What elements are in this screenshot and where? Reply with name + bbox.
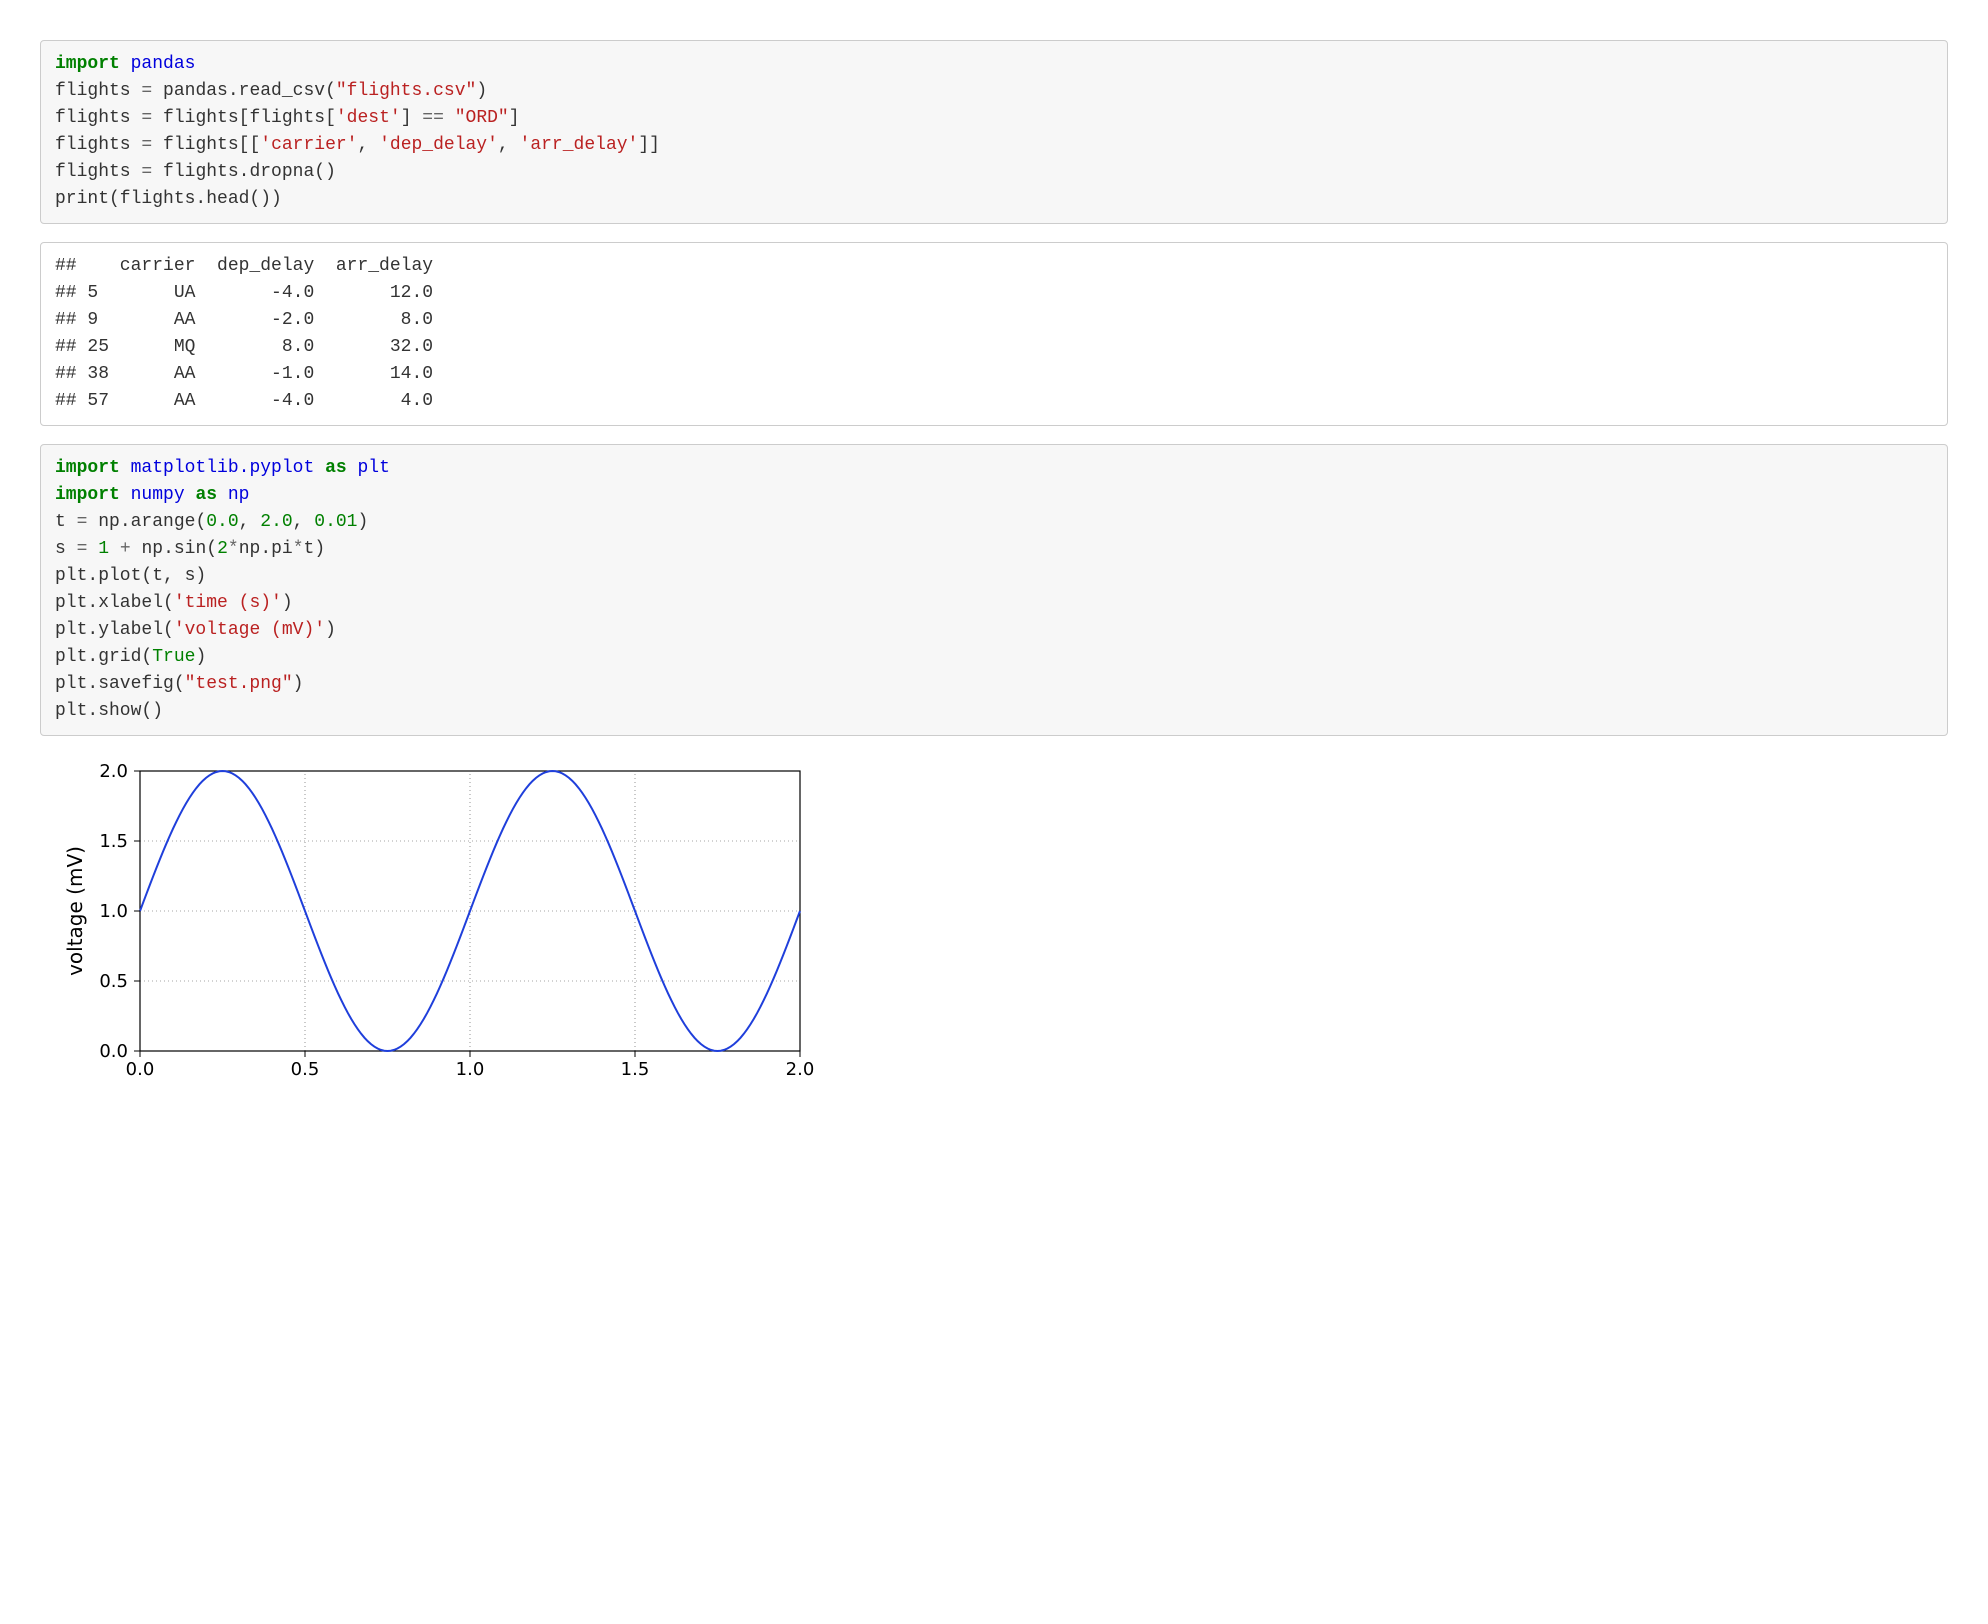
chart-output: 0.0 0.5 1.0 1.5 2.0 0.0 0.5 1.0 1.5 2.0 voltage (m…	[60, 756, 1948, 1099]
line-chart: 0.0 0.5 1.0 1.5 2.0 0.0 0.5 1.0 1.5 2.0 voltage (m…	[60, 756, 820, 1096]
svg-text:2.0: 2.0	[786, 1059, 815, 1080]
svg-text:1.0: 1.0	[99, 901, 128, 922]
output-cell-1: ## carrier dep_delay arr_delay ## 5 UA -…	[40, 242, 1948, 426]
code-cell-2: import matplotlib.pyplot as plt import n…	[40, 444, 1948, 736]
svg-text:1.5: 1.5	[621, 1059, 650, 1080]
code-cell-1: import pandas flights = pandas.read_csv(…	[40, 40, 1948, 224]
svg-text:0.5: 0.5	[291, 1059, 320, 1080]
svg-text:0.5: 0.5	[99, 971, 128, 992]
svg-text:2.0: 2.0	[99, 761, 128, 782]
svg-text:1.0: 1.0	[456, 1059, 485, 1080]
svg-text:1.5: 1.5	[99, 831, 128, 852]
svg-text:voltage (mV): voltage (mV)	[63, 846, 87, 976]
svg-text:0.0: 0.0	[99, 1041, 128, 1062]
svg-text:0.0: 0.0	[126, 1059, 155, 1080]
